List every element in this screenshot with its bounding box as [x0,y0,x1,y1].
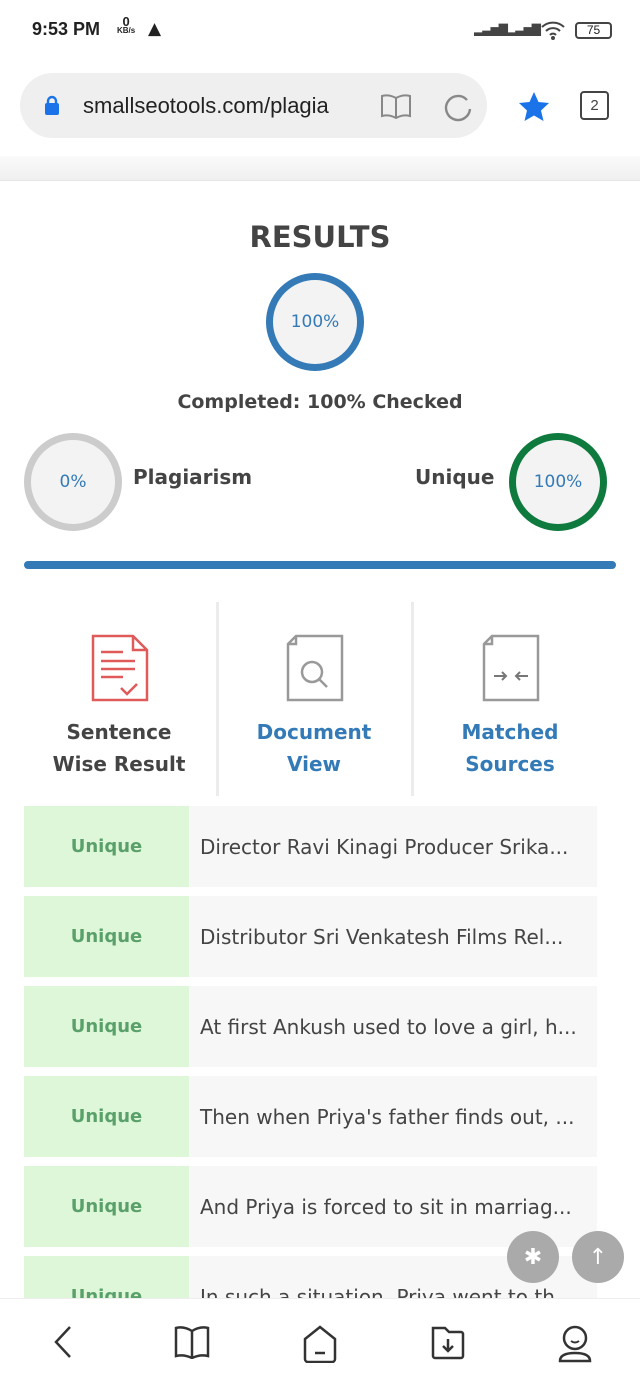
table-row[interactable]: Unique Then when Priya's father finds out… [24,1076,597,1157]
sentence-results-list: Unique Director Ravi Kinagi Producer Srik… [24,806,597,1298]
signal-icon: ▂▃▅▇ [474,22,508,36]
document-check-icon [91,634,149,702]
status-badge: Unique [24,1256,189,1298]
status-bar: 9:53 PM 0 KB/s ▲ ▂▃▅▇ ▂▃▅▇ 75 [0,0,640,60]
battery-icon: 75 [575,22,612,39]
bug-report-button[interactable]: ✱ [507,1231,559,1283]
sentence-text: At first Ankush used to love a girl, h..… [189,986,597,1067]
bookmarks-icon[interactable] [174,1325,210,1359]
table-row[interactable]: Unique Distributor Sri Venkatesh Films Re… [24,896,597,977]
progress-ring: 100% [266,273,364,371]
unique-label: Unique [415,465,495,489]
status-badge: Unique [24,986,189,1067]
home-icon[interactable] [302,1325,338,1363]
table-row[interactable]: Unique And Priya is forced to sit in marr… [24,1166,597,1247]
bug-icon: ✱ [523,1244,543,1270]
progress-bar [24,561,616,569]
clock: 9:53 PM [32,19,101,39]
completed-text: Completed: 100% Checked [177,391,463,413]
table-row[interactable]: Unique Director Ravi Kinagi Producer Srik… [24,806,597,887]
table-row[interactable]: Unique At first Ankush used to love a gir… [24,986,597,1067]
address-bar[interactable]: smallseotools.com/plagia [20,73,487,138]
url-text[interactable]: smallseotools.com/plagia [83,93,329,119]
plagiarism-ring: 0% [24,433,122,531]
bottom-navigation [0,1298,640,1387]
arrow-up-icon: ↑ [588,1244,608,1270]
status-badge: Unique [24,1166,189,1247]
warning-icon: ▲ [148,19,162,39]
reload-icon[interactable] [443,92,473,122]
tab-switcher-button[interactable]: 2 [580,91,609,120]
matched-sources-tab[interactable]: Matched Sources [412,602,608,796]
sentence-text: Then when Priya's father finds out, ... [189,1076,597,1157]
unique-ring: 100% [509,433,607,531]
back-icon[interactable] [52,1325,74,1359]
network-speed: 0 KB/s [117,14,136,35]
wifi-icon [541,21,565,40]
sentence-wise-result-tab[interactable]: Sentence Wise Result [21,602,217,796]
signal-icon: ▂▃▅▇ [507,22,541,36]
divider [0,156,640,181]
document-view-tab[interactable]: Document View [216,602,412,796]
status-badge: Unique [24,896,189,977]
plagiarism-label: Plagiarism [133,465,253,489]
sentence-text: Distributor Sri Venkatesh Films Rel... [189,896,597,977]
sentence-text: Director Ravi Kinagi Producer Srika... [189,806,597,887]
scroll-top-button[interactable]: ↑ [572,1231,624,1283]
status-badge: Unique [24,806,189,887]
document-search-icon [286,634,344,702]
bookmark-star-icon[interactable] [517,91,551,123]
status-badge: Unique [24,1076,189,1157]
results-title: RESULTS [249,220,391,254]
document-compare-icon [482,634,540,702]
profile-icon[interactable] [558,1325,592,1363]
downloads-icon[interactable] [430,1325,466,1361]
reader-mode-icon[interactable] [380,93,412,119]
lock-icon [45,95,59,115]
